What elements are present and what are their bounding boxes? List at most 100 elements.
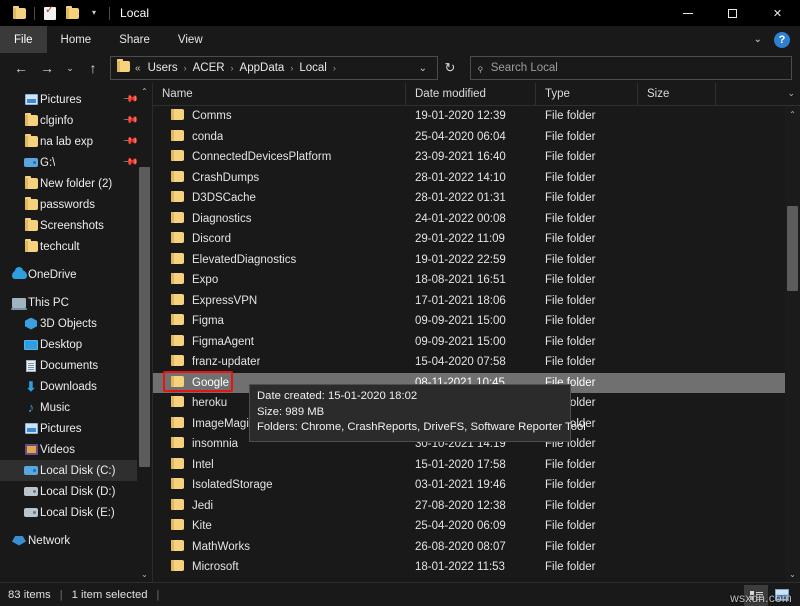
sidebar-item-clginfo[interactable]: clginfo 📌 [0, 110, 152, 131]
table-row[interactable]: Kite25-04-2020 06:09File folder [153, 516, 785, 537]
scroll-down-icon[interactable]: ⌄ [137, 566, 152, 582]
table-row[interactable]: CrashDumps28-01-2022 14:10File folder [153, 168, 785, 189]
sidebar-item-na-lab-exp[interactable]: na lab exp 📌 [0, 131, 152, 152]
table-row[interactable]: Jedi27-08-2020 12:38File folder [153, 496, 785, 517]
table-row[interactable]: Expo18-08-2021 16:51File folder [153, 270, 785, 291]
table-row[interactable]: Diagnostics24-01-2022 00:08File folder [153, 209, 785, 230]
table-row[interactable]: ElevatedDiagnostics19-01-2022 22:59File … [153, 250, 785, 271]
breadcrumb-separator-icon[interactable]: › [228, 63, 237, 73]
tab-view[interactable]: View [164, 26, 217, 53]
maximize-button[interactable] [710, 0, 755, 26]
type-cell: File folder [536, 110, 638, 122]
tab-file[interactable]: File [0, 26, 47, 53]
large-icons-view-icon[interactable] [770, 585, 794, 606]
tab-share[interactable]: Share [105, 26, 164, 53]
column-header-date-modified[interactable]: Date modified [406, 83, 536, 106]
sidebar-item-local-disk-d[interactable]: Local Disk (D:) [0, 481, 152, 502]
pin-icon[interactable]: 📌 [121, 154, 138, 171]
sidebar-item-new-folder-2[interactable]: New folder (2) [0, 173, 152, 194]
scroll-down-icon[interactable]: ⌄ [785, 566, 800, 582]
folder-icon[interactable] [8, 2, 30, 24]
breadcrumb-separator-icon[interactable]: › [330, 63, 339, 73]
breadcrumb[interactable]: « Users › ACER › AppData › Local › ⌄ [110, 56, 438, 80]
breadcrumb-item-acer[interactable]: ACER [190, 60, 228, 76]
file-name-cell: Microsoft [153, 560, 406, 574]
file-name-label: IsolatedStorage [192, 479, 273, 491]
close-button[interactable]: ✕ [755, 0, 800, 26]
chevron-down-icon[interactable]: ⌄ [787, 88, 795, 99]
details-view-icon[interactable] [744, 585, 768, 606]
table-row[interactable]: Intel15-01-2020 17:58File folder [153, 455, 785, 476]
column-header-type[interactable]: Type [536, 83, 638, 106]
column-header-size[interactable]: Size [638, 83, 716, 106]
recent-locations-icon[interactable]: ⌄ [60, 56, 80, 80]
table-row[interactable]: Microsoft18-01-2022 11:53File folder [153, 557, 785, 578]
sidebar-item-videos[interactable]: Videos [0, 439, 152, 460]
breadcrumb-item-users[interactable]: Users [145, 60, 181, 76]
sidebar-item-desktop[interactable]: Desktop [0, 334, 152, 355]
column-header-overflow[interactable]: ⌄ [716, 83, 800, 106]
up-button[interactable]: ↑ [80, 56, 106, 80]
tab-home[interactable]: Home [47, 26, 106, 53]
chevron-down-icon[interactable]: ⌄ [413, 63, 433, 74]
column-header-name[interactable]: Name ⌃ [153, 83, 406, 106]
chevron-down-icon[interactable]: ▾ [83, 2, 105, 24]
sidebar-item-g-drive[interactable]: G:\ 📌 [0, 152, 152, 173]
breadcrumb-separator-icon[interactable]: › [181, 63, 190, 73]
sidebar-item-local-disk-c[interactable]: Local Disk (C:) [0, 460, 152, 481]
file-list-scrollbar[interactable]: ⌃ ⌄ [785, 106, 800, 582]
sidebar-item-label: Desktop [40, 339, 82, 351]
scroll-up-icon[interactable]: ⌃ [785, 106, 800, 122]
pin-icon[interactable]: 📌 [121, 91, 138, 108]
new-folder-icon[interactable] [61, 2, 83, 24]
sidebar-item-screenshots[interactable]: Screenshots [0, 215, 152, 236]
sidebar-item-network[interactable]: Network [0, 530, 152, 551]
sidebar-item-passwords[interactable]: passwords [0, 194, 152, 215]
table-row[interactable]: ConnectedDevicesPlatform23-09-2021 16:40… [153, 147, 785, 168]
forward-button[interactable]: → [34, 56, 60, 80]
back-button[interactable]: ← [8, 56, 34, 80]
table-row[interactable]: Comms19-01-2020 12:39File folder [153, 106, 785, 127]
sidebar-item-onedrive[interactable]: OneDrive [0, 264, 152, 285]
sidebar-item-downloads[interactable]: ⬇ Downloads [0, 376, 152, 397]
file-list-scrollbar-thumb[interactable] [787, 206, 798, 291]
folder-icon [171, 560, 184, 574]
table-row[interactable]: Discord29-01-2022 11:09File folder [153, 229, 785, 250]
pin-icon[interactable]: 📌 [121, 112, 138, 129]
sidebar-item-documents[interactable]: Documents [0, 355, 152, 376]
chevron-down-icon[interactable]: ⌄ [750, 34, 766, 45]
folder-icon [171, 212, 184, 226]
sidebar-scrollbar-thumb[interactable] [139, 167, 150, 467]
breadcrumb-overflow-icon[interactable]: « [135, 63, 141, 74]
properties-icon[interactable] [39, 2, 61, 24]
breadcrumb-item-local[interactable]: Local [296, 60, 330, 76]
minimize-button[interactable] [665, 0, 710, 26]
date-modified-cell: 09-09-2021 15:00 [406, 315, 536, 327]
refresh-button[interactable]: ↻ [438, 56, 462, 80]
table-row[interactable]: Figma09-09-2021 15:00File folder [153, 311, 785, 332]
help-icon[interactable]: ? [774, 32, 790, 48]
sidebar-gap-2 [0, 285, 152, 292]
sidebar-item-this-pc[interactable]: This PC [0, 292, 152, 313]
table-row[interactable]: MathWorks26-08-2020 08:07File folder [153, 537, 785, 558]
table-row[interactable]: conda25-04-2020 06:04File folder [153, 127, 785, 148]
sidebar-item-pictures[interactable]: Pictures [0, 418, 152, 439]
table-row[interactable]: IsolatedStorage03-01-2021 19:46File fold… [153, 475, 785, 496]
table-row[interactable]: ExpressVPN17-01-2021 18:06File folder [153, 291, 785, 312]
sidebar-scrollbar[interactable]: ⌃ ⌄ [137, 83, 152, 582]
breadcrumb-item-appdata[interactable]: AppData [237, 60, 288, 76]
sidebar-item-3d-objects[interactable]: 3D Objects [0, 313, 152, 334]
pin-icon[interactable]: 📌 [121, 133, 138, 150]
table-row[interactable]: FigmaAgent09-09-2021 15:00File folder [153, 332, 785, 353]
table-row[interactable]: D3DSCache28-01-2022 01:31File folder [153, 188, 785, 209]
breadcrumb-separator-icon[interactable]: › [287, 63, 296, 73]
sidebar-item-music[interactable]: ♪ Music [0, 397, 152, 418]
sidebar-item-pictures-quick[interactable]: Pictures 📌 [0, 89, 152, 110]
sidebar-item-local-disk-e[interactable]: Local Disk (E:) [0, 502, 152, 523]
sidebar-item-techcult[interactable]: techcult [0, 236, 152, 257]
file-name-cell: D3DSCache [153, 191, 406, 205]
computer-icon [10, 298, 28, 308]
search-input[interactable]: ⌕ Search Local [470, 56, 792, 80]
table-row[interactable]: franz-updater15-04-2020 07:58File folder [153, 352, 785, 373]
scroll-up-icon[interactable]: ⌃ [137, 83, 152, 99]
